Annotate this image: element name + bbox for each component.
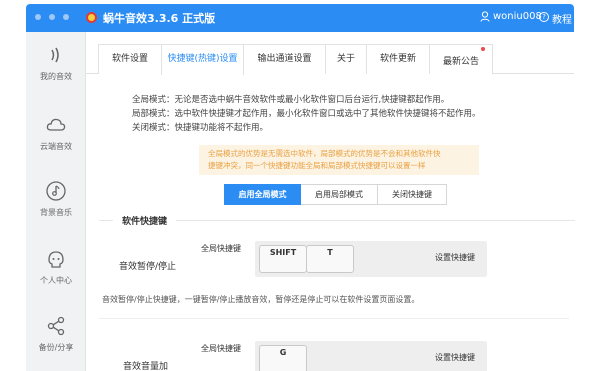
- tab-software-update[interactable]: 软件更新: [366, 44, 430, 74]
- sidebar-item-label: 我的音效: [40, 72, 72, 81]
- shirt-icon[interactable]: [575, 11, 587, 22]
- share-icon: [47, 316, 65, 336]
- close-window-button[interactable]: [35, 14, 41, 20]
- main-panel: 软件设置 快捷键(热键)设置 输出通道设置 关于 软件更新 最新公告 全局模式：…: [86, 32, 575, 371]
- global-mode-description: 全局模式：无论是否选中蜗牛音效软件或最小化软件窗口后台运行,快捷键都起作用。: [132, 95, 450, 105]
- help-icon[interactable]: ?: [539, 12, 549, 22]
- shortcut-name-pause-stop: 音效暂停/停止: [119, 262, 177, 272]
- menu-icon[interactable]: [592, 11, 600, 22]
- enable-local-mode-button[interactable]: 启用局部模式: [301, 184, 378, 205]
- maximize-window-button[interactable]: [63, 14, 69, 20]
- sidebar-item-label: 个人中心: [40, 276, 72, 285]
- notice-line: 捷键冲突，同一个快捷键功能全局和局部模式快捷键可以设置一样: [208, 161, 426, 170]
- sidebar-item-cloud-effects[interactable]: 云端音效: [26, 114, 86, 174]
- off-mode-description: 关闭模式：快捷键功能将不起作用。: [132, 123, 269, 133]
- disable-hotkeys-button[interactable]: 关闭快捷键: [378, 184, 447, 205]
- tab-software-settings[interactable]: 软件设置: [98, 44, 162, 74]
- user-icon[interactable]: [480, 11, 490, 22]
- face-icon: [48, 251, 64, 268]
- tab-about[interactable]: 关于: [325, 44, 367, 74]
- sidebar-item-label: 备份/分享: [38, 343, 74, 352]
- tab-hotkey-settings[interactable]: 快捷键(热键)设置: [161, 44, 244, 75]
- sidebar-item-label: 云端音效: [40, 142, 72, 151]
- app-window: 蜗牛音效3.3.6 正式版 woniu008 ? 教程 我的音效 云端音效 背景…: [0, 0, 600, 371]
- key-cap: T: [306, 245, 354, 273]
- key-cap: G: [259, 345, 307, 371]
- shortcut-key-box[interactable]: G 设置快捷键: [255, 341, 487, 371]
- settings-tabs: 软件设置 快捷键(热键)设置 输出通道设置 关于 软件更新 最新公告: [86, 44, 574, 75]
- tab-latest-announcement-label: 最新公告: [442, 57, 479, 67]
- mode-button-group: 启用全局模式 启用局部模式 关闭快捷键: [224, 184, 447, 205]
- notification-dot: [481, 47, 485, 51]
- sidebar: 我的音效 云端音效 背景音乐 个人中心 备份/分享: [26, 32, 86, 371]
- sidebar-item-label: 背景音乐: [40, 208, 72, 217]
- global-shortcut-label: 全局快捷键: [201, 244, 241, 253]
- set-shortcut-button[interactable]: 设置快捷键: [435, 352, 475, 363]
- sidebar-item-personal-center[interactable]: 个人中心: [26, 248, 86, 308]
- sound-wave-icon: [51, 47, 59, 63]
- user-name[interactable]: woniu008: [493, 11, 542, 22]
- app-title: 蜗牛音效3.3.6 正式版: [103, 12, 216, 25]
- sidebar-item-my-effects[interactable]: 我的音效: [26, 44, 86, 104]
- sidebar-item-backup-share[interactable]: 备份/分享: [26, 315, 86, 371]
- tab-latest-announcement[interactable]: 最新公告: [429, 44, 493, 74]
- cloud-icon: [46, 118, 66, 131]
- section-title: 软件快捷键: [113, 214, 177, 227]
- local-mode-description: 局部模式：选中软件快捷键才起作用，最小化软件窗口或选中了其他软件快捷键将不起作用…: [132, 109, 481, 119]
- shortcut-description: 音效暂停/停止快捷键，一键暂停/停止播放音效，暂停还是停止可以在软件设置页面设置…: [102, 295, 420, 304]
- tab-output-channel-settings[interactable]: 输出通道设置: [243, 44, 326, 74]
- row-divider: [99, 318, 569, 319]
- enable-global-mode-button[interactable]: 启用全局模式: [224, 184, 301, 205]
- shortcut-key-box[interactable]: SHIFT T 设置快捷键: [255, 241, 487, 277]
- notice-line: 全局模式的优势是无需选中软件，局部模式的优势是不会和其他软件快: [208, 149, 441, 158]
- key-cap: SHIFT: [259, 245, 307, 273]
- global-shortcut-label: 全局快捷键: [201, 344, 241, 353]
- snail-logo-icon: [86, 12, 97, 23]
- mode-notice: 全局模式的优势是无需选中软件，局部模式的优势是不会和其他软件快 捷键冲突，同一个…: [199, 145, 479, 175]
- tutorial-link[interactable]: 教程: [552, 11, 572, 26]
- minimize-window-button[interactable]: [49, 14, 55, 20]
- set-shortcut-button[interactable]: 设置快捷键: [435, 252, 475, 263]
- mode-descriptions: 全局模式：无论是否选中蜗牛音效软件或最小化软件窗口后台运行,快捷键都起作用。 局…: [132, 93, 552, 135]
- music-disc-icon: [46, 181, 66, 201]
- sidebar-item-background-music[interactable]: 背景音乐: [26, 180, 86, 240]
- shortcut-name-volume-up: 音效音量加: [123, 362, 169, 371]
- title-bar: 蜗牛音效3.3.6 正式版 woniu008 ? 教程: [26, 4, 600, 32]
